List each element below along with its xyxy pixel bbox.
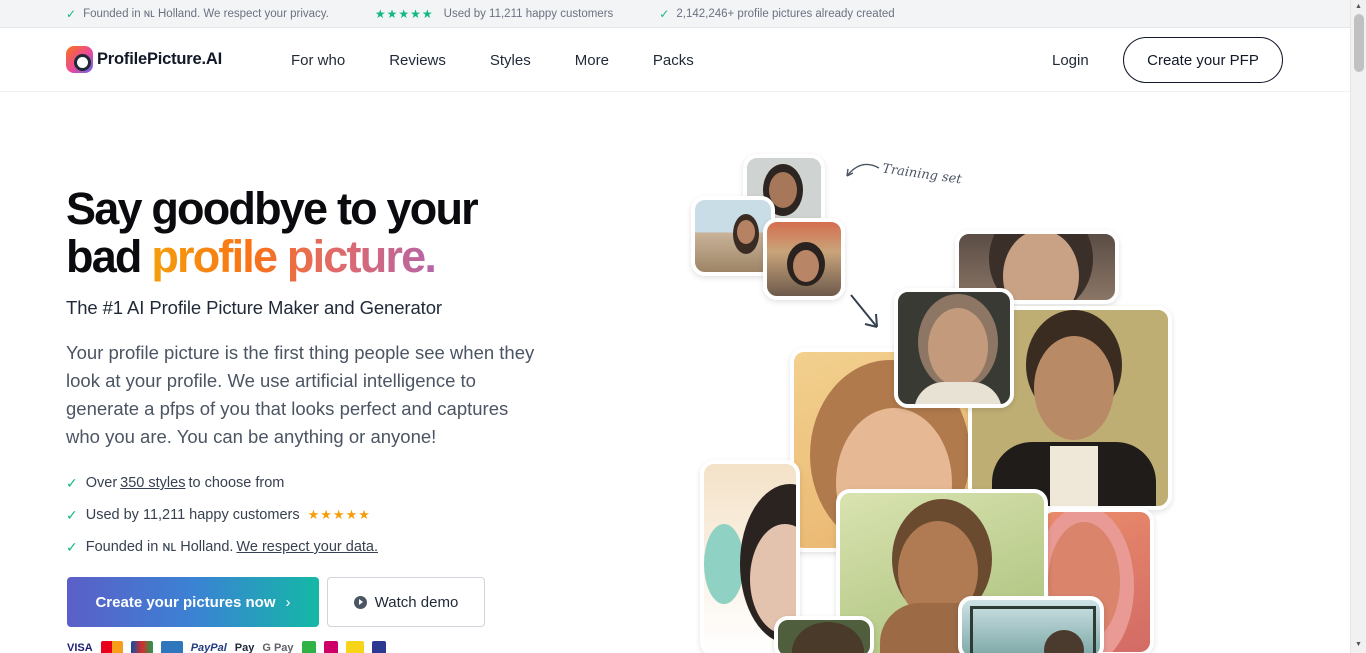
apple-pay-icon: Pay <box>234 642 255 653</box>
check-icon: ✓ <box>659 6 670 21</box>
nav-reviews[interactable]: Reviews <box>389 52 446 69</box>
payment-methods: VISA PayPal Pay G Pay <box>67 641 394 653</box>
check-icon: ✓ <box>66 6 77 21</box>
main-nav: For who Reviews Styles More Packs <box>291 52 738 69</box>
chevron-right-icon: › <box>285 593 291 611</box>
privacy-link[interactable]: We respect your data. <box>236 539 378 555</box>
logo-text: ProfilePicture.AI <box>97 50 222 68</box>
mastercard-icon <box>100 641 123 653</box>
founded-notice: ✓ Founded in ɴʟ Holland. We respect your… <box>66 7 329 21</box>
face-shape <box>737 220 755 244</box>
payment-icon <box>323 641 338 653</box>
hero-subtitle: The #1 AI Profile Picture Maker and Gene… <box>66 297 442 318</box>
created-text: 2,142,246+ profile pictures already crea… <box>676 7 895 20</box>
login-link[interactable]: Login <box>1052 52 1089 69</box>
check-icon: ✓ <box>66 506 78 523</box>
feature-text: Used by 11,211 happy customers <box>85 507 300 523</box>
used-by-text: Used by 11,211 happy customers <box>443 7 614 20</box>
generated-photo-8 <box>774 616 874 653</box>
paypal-icon: PayPal <box>190 642 227 653</box>
scroll-up-icon[interactable]: ▲ <box>1355 3 1362 10</box>
create-pfp-button[interactable]: Create your PFP <box>1123 37 1283 83</box>
nav-packs[interactable]: Packs <box>653 52 694 69</box>
face-shape <box>928 308 988 386</box>
jcb-icon <box>130 641 153 653</box>
create-pictures-label: Create your pictures now <box>95 593 276 611</box>
created-notice: ✓ 2,142,246+ profile pictures already cr… <box>659 7 894 21</box>
training-photo-3 <box>763 218 845 300</box>
feature-text: Founded in ɴʟ Holland. <box>85 539 234 555</box>
create-pictures-button[interactable]: Create your pictures now › <box>67 577 319 627</box>
watch-demo-button[interactable]: Watch demo <box>327 577 485 627</box>
feature-customers: ✓ Used by 11,211 happy customers ★★★★★ <box>66 499 381 531</box>
face-shape <box>1034 336 1114 440</box>
decoration-shape <box>704 524 744 604</box>
feature-text: Over <box>85 475 118 491</box>
headline-bad: bad <box>66 231 152 282</box>
check-icon: ✓ <box>66 538 78 555</box>
feature-list: ✓ Over 350 styles to choose from ✓ Used … <box>66 467 381 563</box>
curved-arrow-icon <box>846 163 880 177</box>
nav-styles[interactable]: Styles <box>490 52 531 69</box>
training-set-label: Training set <box>881 161 963 188</box>
scroll-down-icon[interactable]: ▼ <box>1355 641 1362 648</box>
generated-photo-4 <box>894 288 1014 408</box>
scrollbar-thumb[interactable] <box>1354 14 1364 72</box>
payment-icon <box>371 641 386 653</box>
hair-shape <box>792 622 864 653</box>
feature-styles: ✓ Over 350 styles to choose from <box>66 467 381 499</box>
play-icon <box>353 595 367 609</box>
hero-headline: Say goodbye to your bad profile picture. <box>66 183 479 282</box>
page-scrollbar[interactable]: ▲ ▼ <box>1350 0 1366 653</box>
hero-paragraph: Your profile picture is the first thing … <box>66 342 535 447</box>
styles-link[interactable]: 350 styles <box>120 475 185 491</box>
feature-text: to choose from <box>188 475 285 491</box>
generated-photo-9 <box>958 596 1104 653</box>
logo[interactable]: ProfilePicture.AI <box>66 46 222 73</box>
face-shape <box>793 250 819 282</box>
headline-gradient: profile picture. <box>151 231 437 282</box>
top-info-bar: ✓ Founded in ɴʟ Holland. We respect your… <box>0 0 1350 28</box>
site-header: ProfilePicture.AI For who Reviews Styles… <box>0 29 1350 92</box>
google-pay-icon: G Pay <box>262 642 294 653</box>
payment-icon <box>301 641 316 653</box>
stars-icon: ★★★★★ <box>307 507 371 522</box>
shirt-shape <box>914 382 1002 404</box>
headline-line1: Say goodbye to your <box>66 183 479 234</box>
check-icon: ✓ <box>66 474 78 491</box>
watch-demo-label: Watch demo <box>374 593 459 611</box>
stars-icon: ★★★★★ <box>374 6 434 21</box>
feature-founded: ✓ Founded in ɴʟ Holland. We respect your… <box>66 531 381 563</box>
shirt-shape <box>1050 446 1098 506</box>
rating-notice: ★★★★★ Used by 11,211 happy customers <box>375 7 613 21</box>
founded-text: Founded in ɴʟ Holland. We respect your p… <box>83 7 329 20</box>
arrow-down-right-icon <box>850 294 878 328</box>
camera-logo-icon <box>66 46 93 73</box>
nav-for-who[interactable]: For who <box>291 52 345 69</box>
visa-icon: VISA <box>67 642 93 653</box>
amex-icon <box>160 641 183 653</box>
nav-more[interactable]: More <box>575 52 609 69</box>
payment-icon <box>345 641 364 653</box>
